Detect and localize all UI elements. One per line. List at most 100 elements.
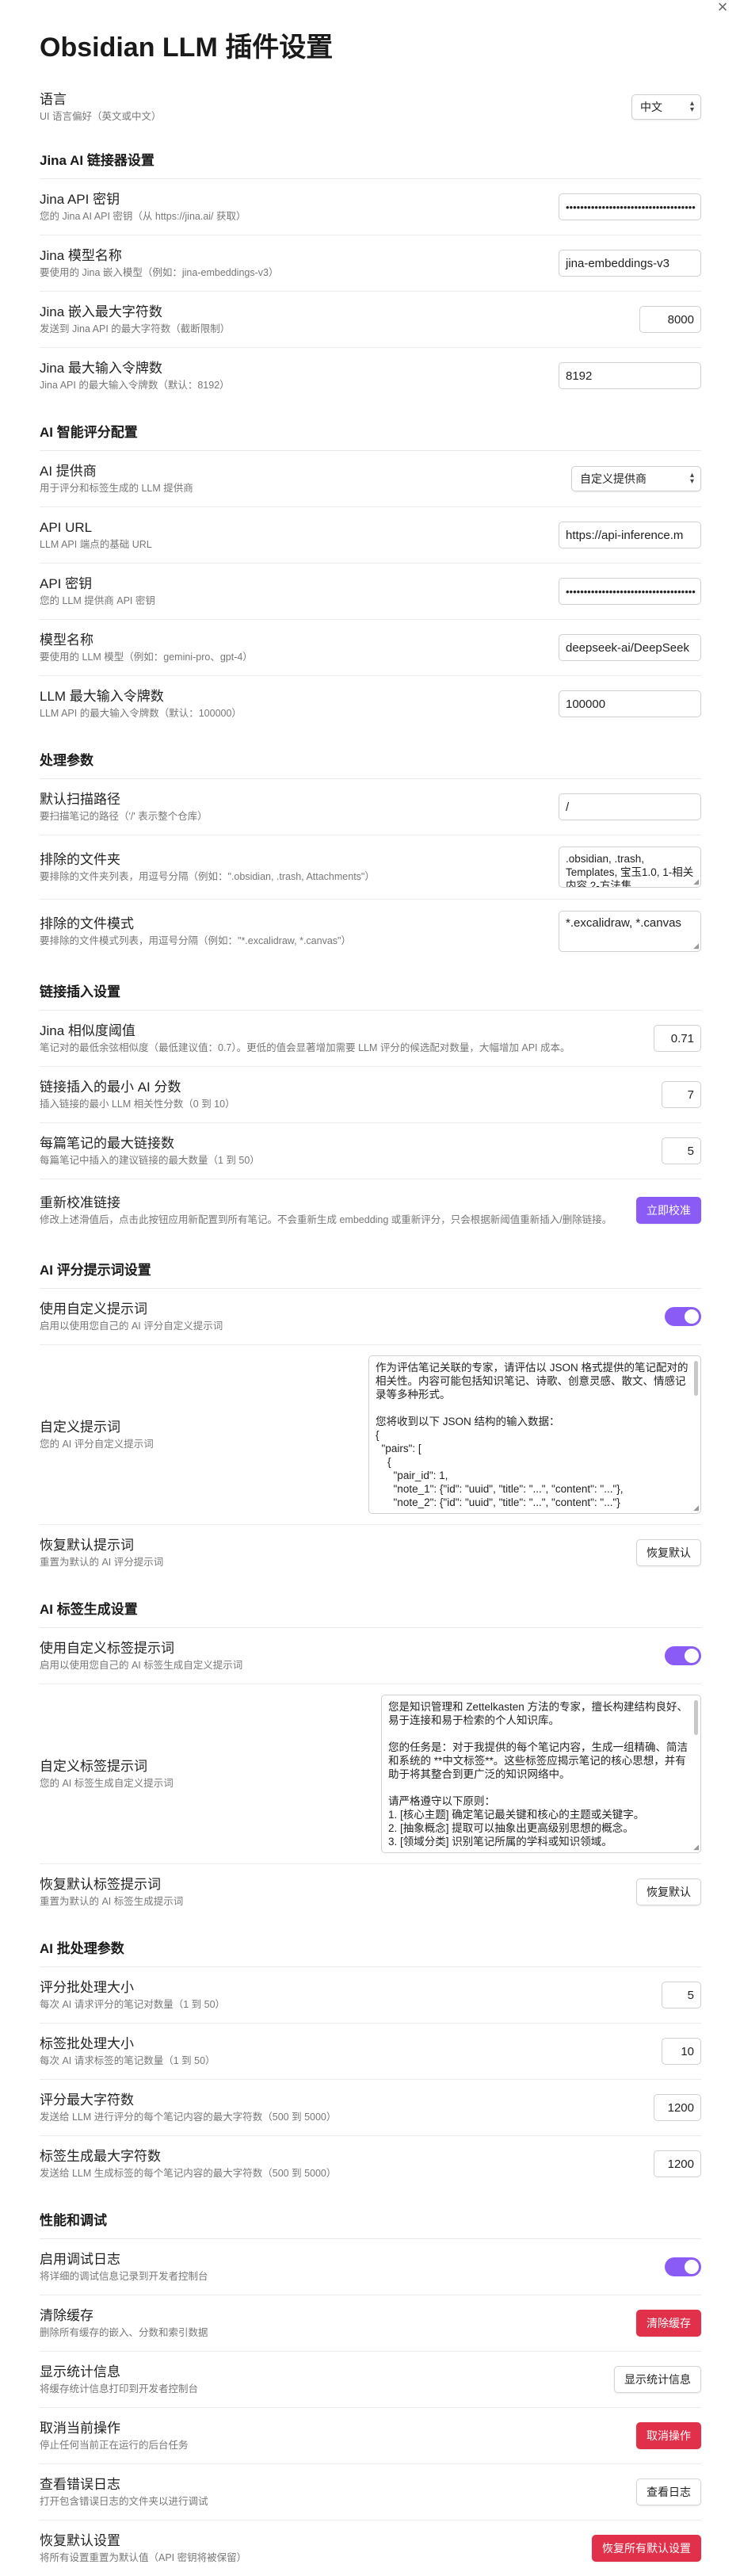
- tag-max-chars-input[interactable]: 1200: [654, 2150, 701, 2177]
- jina-model-input[interactable]: jina-embeddings-v3: [559, 250, 701, 277]
- setting-use-custom-prompt: 使用自定义提示词 启用以使用您自己的 AI 评分自定义提示词: [40, 1289, 701, 1344]
- setting-show-stats: 显示统计信息 将缓存统计信息打印到开发者控制台 显示统计信息: [40, 2351, 701, 2407]
- similarity-threshold-input[interactable]: 0.71: [654, 1025, 701, 1052]
- textarea-value: 作为评估笔记关联的专家，请评估以 JSON 格式提供的笔记配对的相关性。内容可能…: [376, 1362, 689, 1508]
- scan-path-input[interactable]: /: [559, 793, 701, 820]
- score-max-chars-input[interactable]: 1200: [654, 2094, 701, 2121]
- scrollbar[interactable]: [694, 1700, 698, 1735]
- setting-debug-log: 启用调试日志 将详细的调试信息记录到开发者控制台: [40, 2239, 701, 2295]
- language-select[interactable]: 中文 ▴ ▾: [631, 94, 701, 120]
- jina-max-chars-input[interactable]: 8000: [639, 306, 701, 333]
- setting-name: 显示统计信息: [40, 2364, 120, 2379]
- setting-name: 恢复默认提示词: [40, 1537, 134, 1553]
- setting-desc: 每次 AI 请求标签的笔记数量（1 到 50）: [40, 2054, 216, 2066]
- setting-desc: 用于评分和标签生成的 LLM 提供商: [40, 482, 193, 494]
- setting-name: 查看错误日志: [40, 2476, 120, 2492]
- setting-desc: 发送给 LLM 生成标签的每个笔记内容的最大字符数（500 到 5000）: [40, 2167, 337, 2179]
- setting-desc: 插入链接的最小 LLM 相关性分数（0 到 10）: [40, 1098, 235, 1110]
- recalibrate-button[interactable]: 立即校准: [636, 1197, 701, 1224]
- jina-api-key-input[interactable]: ••••••••••••••••••••••••••••••••••••: [559, 193, 701, 220]
- setting-min-ai-score: 链接插入的最小 AI 分数插入链接的最小 LLM 相关性分数（0 到 10） 7: [40, 1066, 701, 1122]
- show-stats-button[interactable]: 显示统计信息: [614, 2366, 701, 2393]
- setting-tag-max-chars: 标签生成最大字符数发送给 LLM 生成标签的每个笔记内容的最大字符数（500 到…: [40, 2135, 701, 2192]
- use-custom-tag-prompt-toggle[interactable]: [665, 1646, 701, 1665]
- setting-desc: 要使用的 Jina 嵌入模型（例如：jina-embeddings-v3）: [40, 266, 279, 278]
- use-custom-prompt-toggle[interactable]: [665, 1307, 701, 1326]
- setting-name: 使用自定义提示词: [40, 1301, 147, 1317]
- textarea-value: 您是知识管理和 Zettelkasten 方法的专家，擅长构建结构良好、易于连接…: [388, 1701, 689, 1848]
- setting-api-key: API 密钥您的 LLM 提供商 API 密钥 ••••••••••••••••…: [40, 563, 701, 619]
- clear-cache-button[interactable]: 清除缓存: [636, 2310, 701, 2337]
- setting-name: 链接插入的最小 AI 分数: [40, 1079, 181, 1095]
- setting-use-custom-tag-prompt: 使用自定义标签提示词启用以使用您自己的 AI 标签生成自定义提示词: [40, 1628, 701, 1684]
- api-key-input[interactable]: ••••••••••••••••••••••••••••••••••••: [559, 578, 701, 605]
- setting-desc: 您的 LLM 提供商 API 密钥: [40, 594, 155, 606]
- custom-prompt-textarea[interactable]: 作为评估笔记关联的专家，请评估以 JSON 格式提供的笔记配对的相关性。内容可能…: [368, 1355, 701, 1514]
- setting-name: 清除缓存: [40, 2307, 93, 2323]
- ai-provider-select[interactable]: 自定义提供商 ▴ ▾: [571, 466, 701, 491]
- custom-tag-prompt-textarea[interactable]: 您是知识管理和 Zettelkasten 方法的专家，擅长构建结构良好、易于连接…: [381, 1695, 701, 1853]
- setting-name: API URL: [40, 519, 93, 535]
- excluded-folders-textarea[interactable]: .obsidian, .trash, Templates, 宝玉1.0, 1-相…: [559, 847, 701, 888]
- setting-desc: 将所有设置重置为默认值（API 密钥将被保留）: [40, 2551, 247, 2563]
- resize-handle-icon[interactable]: ◢: [693, 1844, 699, 1851]
- setting-name: AI 提供商: [40, 463, 97, 479]
- setting-desc: 要排除的文件模式列表，用逗号分隔（例如："*.excalidraw, *.can…: [40, 934, 351, 946]
- setting-jina-api-key: Jina API 密钥 您的 Jina AI API 密钥（从 https://j…: [40, 179, 701, 235]
- max-links-input[interactable]: 5: [662, 1137, 701, 1164]
- setting-desc: 重置为默认的 AI 评分提示词: [40, 1556, 164, 1568]
- resize-handle-icon[interactable]: ◢: [693, 878, 699, 885]
- setting-name: 标签生成最大字符数: [40, 2148, 161, 2164]
- debug-log-toggle[interactable]: [665, 2257, 701, 2276]
- setting-model-name: 模型名称 要使用的 LLM 模型（例如：gemini-pro、gpt-4） dee…: [40, 619, 701, 675]
- setting-desc: 启用以使用您自己的 AI 标签生成自定义提示词: [40, 1659, 243, 1671]
- setting-name: 自定义标签提示词: [40, 1758, 147, 1774]
- setting-llm-max-tokens: LLM 最大输入令牌数 LLM API 的最大输入令牌数（默认：100000） 1…: [40, 675, 701, 732]
- scrollbar[interactable]: [694, 1361, 698, 1396]
- setting-restore-all: 恢复默认设置 将所有设置重置为默认值（API 密钥将被保留） 恢复所有默认设置: [40, 2520, 701, 2576]
- setting-name: 恢复默认标签提示词: [40, 1876, 161, 1892]
- setting-name: 使用自定义标签提示词: [40, 1640, 174, 1656]
- setting-desc: UI 语言偏好（英文或中文）: [40, 110, 162, 122]
- setting-cancel-operation: 取消当前操作 停止任何当前正在运行的后台任务 取消操作: [40, 2407, 701, 2463]
- view-log-button[interactable]: 查看日志: [636, 2479, 701, 2505]
- model-name-input[interactable]: deepseek-ai/DeepSeek: [559, 634, 701, 661]
- setting-desc: 每篇笔记中插入的建议链接的最大数量（1 到 50）: [40, 1154, 260, 1166]
- setting-desc: 将详细的调试信息记录到开发者控制台: [40, 2270, 208, 2282]
- setting-max-links: 每篇笔记的最大链接数 每篇笔记中插入的建议链接的最大数量（1 到 50） 5: [40, 1122, 701, 1179]
- page-title: Obsidian LLM 插件设置: [40, 32, 334, 63]
- setting-desc: 发送到 Jina API 的最大字符数（截断限制）: [40, 323, 231, 334]
- section-heading-tag-gen: AI 标签生成设置: [40, 1598, 701, 1628]
- setting-name: API 密钥: [40, 575, 93, 591]
- setting-name: 自定义提示词: [40, 1419, 120, 1435]
- setting-desc: 您的 Jina AI API 密钥（从 https://jina.ai/ 获取）: [40, 210, 246, 222]
- setting-excluded-folders: 排除的文件夹 要排除的文件夹列表，用逗号分隔（例如：".obsidian, .tr…: [40, 835, 701, 899]
- jina-max-tokens-input[interactable]: 8192: [559, 362, 701, 389]
- resize-handle-icon[interactable]: ◢: [693, 1504, 699, 1512]
- score-batch-input[interactable]: 5: [662, 1982, 701, 2008]
- setting-language: 语言 UI 语言偏好（英文或中文） 中文 ▴ ▾: [40, 82, 701, 132]
- setting-desc: 发送给 LLM 进行评分的每个笔记内容的最大字符数（500 到 5000）: [40, 2111, 337, 2123]
- setting-desc: 要扫描笔记的路径（'/' 表示整个仓库）: [40, 810, 208, 822]
- excluded-patterns-textarea[interactable]: *.excalidraw, *.canvas ◢: [559, 911, 701, 952]
- setting-name: 评分最大字符数: [40, 2092, 134, 2108]
- setting-name: 模型名称: [40, 632, 93, 648]
- setting-desc: 要排除的文件夹列表，用逗号分隔（例如：".obsidian, .trash, A…: [40, 870, 375, 882]
- setting-api-url: API URL LLM API 端点的基础 URL https://api-inf…: [40, 506, 701, 563]
- setting-name: 评分批处理大小: [40, 1979, 134, 1995]
- restore-prompt-button[interactable]: 恢复默认: [636, 1539, 701, 1566]
- resize-handle-icon[interactable]: ◢: [693, 942, 699, 950]
- api-url-input[interactable]: https://api-inference.m: [559, 522, 701, 548]
- restore-all-button[interactable]: 恢复所有默认设置: [592, 2535, 701, 2562]
- min-ai-score-input[interactable]: 7: [662, 1081, 701, 1108]
- setting-name: Jina 模型名称: [40, 247, 122, 263]
- cancel-operation-button[interactable]: 取消操作: [636, 2422, 701, 2449]
- setting-recalibrate: 重新校准链接 修改上述滑值后，点击此按钮应用新配置到所有笔记。不会重新生成 emb…: [40, 1179, 701, 1241]
- llm-max-tokens-input[interactable]: 100000: [559, 690, 701, 717]
- settings-page: × Obsidian LLM 插件设置 语言 UI 语言偏好（英文或中文） 中文 ▴…: [0, 0, 740, 2574]
- close-icon[interactable]: ×: [713, 0, 732, 16]
- restore-tag-prompt-button[interactable]: 恢复默认: [636, 1878, 701, 1905]
- setting-custom-tag-prompt: 自定义标签提示词 您的 AI 标签生成自定义提示词 您是知识管理和 Zettelk…: [40, 1684, 701, 1863]
- tag-batch-input[interactable]: 10: [662, 2038, 701, 2065]
- section-heading-processing: 处理参数: [40, 749, 701, 779]
